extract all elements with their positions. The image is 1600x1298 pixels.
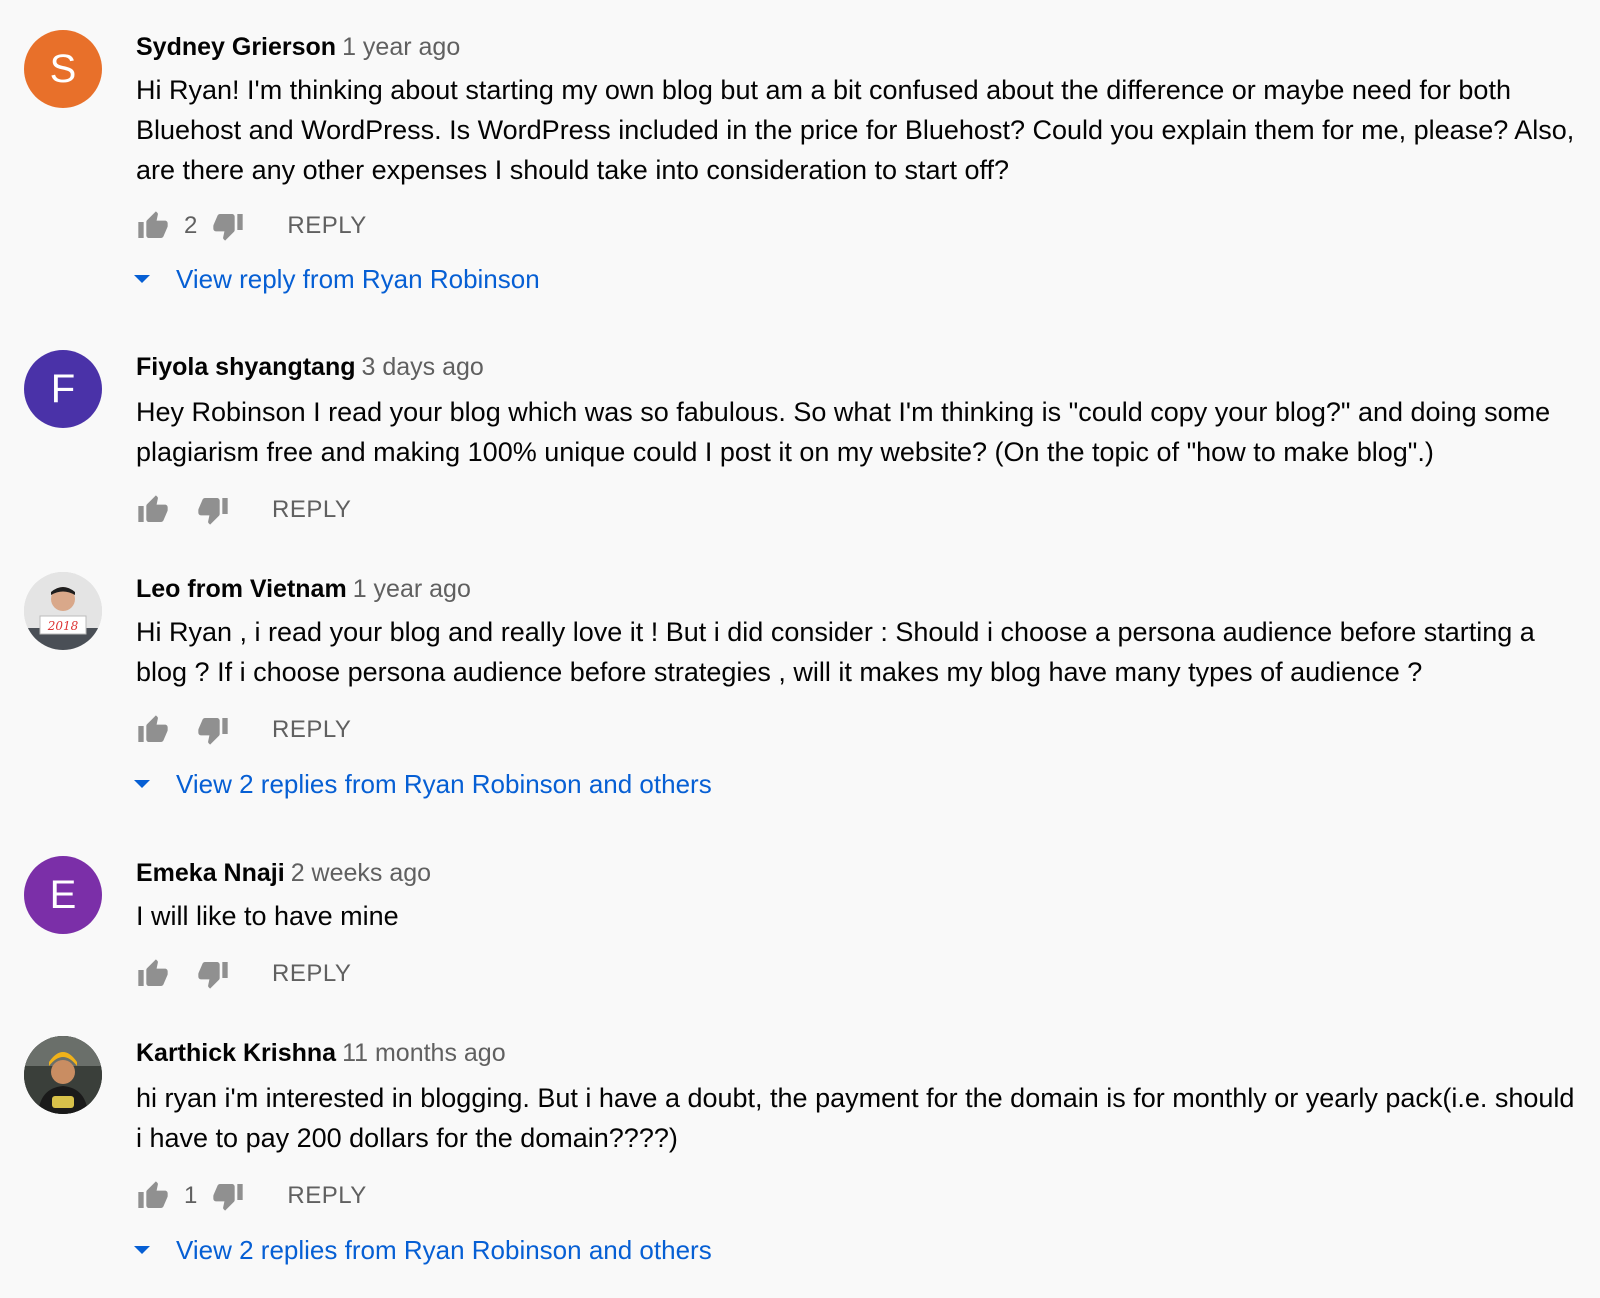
comment-text: hi ryan i'm interested in blogging. But … <box>136 1083 1575 1153</box>
caret-down-icon <box>132 774 152 794</box>
dislike-button[interactable] <box>196 493 230 527</box>
thumbs-down-icon <box>213 1184 244 1211</box>
view-replies-label: View reply from Ryan Robinson <box>176 263 540 294</box>
view-replies-label: View 2 replies from Ryan Robinson and ot… <box>176 1234 712 1265</box>
comment-author[interactable]: Fiyola shyangtang <box>136 353 355 381</box>
view-replies-label: View 2 replies from Ryan Robinson and ot… <box>176 768 712 799</box>
like-count: 1 <box>184 1182 198 1209</box>
comment-timestamp[interactable]: 1 year ago <box>353 575 471 603</box>
comment-author[interactable]: Emeka Nnaji <box>136 859 285 887</box>
comment-actions: 2 REPLY <box>136 206 367 246</box>
thumbs-down-icon <box>198 962 228 989</box>
dislike-button[interactable] <box>211 1179 245 1213</box>
reply-button[interactable]: REPLY <box>287 1182 366 1210</box>
comment-author[interactable]: Sydney Grierson <box>136 33 336 61</box>
comment-timestamp[interactable]: 3 days ago <box>361 353 483 381</box>
view-replies-button[interactable]: View 2 replies from Ryan Robinson and ot… <box>132 1230 712 1270</box>
thumbs-down-icon <box>198 498 228 525</box>
avatar[interactable]: E <box>24 856 102 934</box>
svg-text:2018: 2018 <box>47 619 79 633</box>
comment-timestamp[interactable]: 2 weeks ago <box>291 859 431 887</box>
like-button[interactable] <box>136 493 170 527</box>
like-count: 2 <box>184 212 198 239</box>
view-replies-button[interactable]: View reply from Ryan Robinson <box>132 259 540 299</box>
comment-timestamp[interactable]: 11 months ago <box>342 1039 506 1067</box>
thumbs-up-icon <box>138 715 168 742</box>
comment-header: Leo from Vietnam 1 year ago <box>136 572 471 606</box>
comment-text: Hey Robinson I read your blog which was … <box>136 397 1551 467</box>
dislike-button[interactable] <box>196 713 230 747</box>
avatar[interactable]: S <box>24 30 102 108</box>
comment-header: Emeka Nnaji 2 weeks ago <box>136 856 431 890</box>
reply-button[interactable]: REPLY <box>272 960 351 988</box>
view-replies-button[interactable]: View 2 replies from Ryan Robinson and ot… <box>132 764 712 804</box>
comment-text: I will like to have mine <box>136 901 399 931</box>
avatar-letter: S <box>49 46 77 91</box>
comment-header: Karthick Krishna 11 months ago <box>136 1036 506 1070</box>
comment-timestamp[interactable]: 1 year ago <box>342 33 460 61</box>
comment-actions: REPLY <box>136 954 351 994</box>
thumbs-up-icon <box>138 211 168 238</box>
thumbs-up-icon <box>138 495 168 522</box>
caret-down-icon <box>132 1240 152 1260</box>
like-button[interactable] <box>136 209 170 243</box>
user-photo-icon <box>24 1036 102 1114</box>
dislike-button[interactable] <box>211 209 245 243</box>
reply-button[interactable]: REPLY <box>272 716 351 744</box>
comment-author[interactable]: Leo from Vietnam <box>136 575 347 603</box>
like-button[interactable] <box>136 1179 170 1213</box>
comment-author[interactable]: Karthick Krishna <box>136 1039 336 1067</box>
avatar[interactable] <box>24 1036 102 1114</box>
reply-button[interactable]: REPLY <box>272 496 351 524</box>
thumbs-down-icon <box>198 718 228 745</box>
thumbs-up-icon <box>138 1181 168 1208</box>
avatar-letter: F <box>50 366 76 411</box>
reply-button[interactable]: REPLY <box>287 212 366 240</box>
thumbs-up-icon <box>138 959 168 986</box>
like-button[interactable] <box>136 713 170 747</box>
avatar-letter: E <box>49 872 77 917</box>
comment-actions: 1 REPLY <box>136 1176 367 1216</box>
comment-actions: REPLY <box>136 490 351 530</box>
avatar[interactable]: F <box>24 350 102 428</box>
comment-text: Hi Ryan! I'm thinking about starting my … <box>136 75 1575 185</box>
dislike-button[interactable] <box>196 957 230 991</box>
avatar[interactable]: 2018 <box>24 572 102 650</box>
comment-actions: REPLY <box>136 710 351 750</box>
user-photo-icon: 2018 <box>24 572 102 650</box>
thumbs-down-icon <box>213 214 244 241</box>
comment-header: Fiyola shyangtang 3 days ago <box>136 350 484 384</box>
caret-down-icon <box>132 269 152 289</box>
comment-header: Sydney Grierson 1 year ago <box>136 30 460 64</box>
like-button[interactable] <box>136 957 170 991</box>
comment-text: Hi Ryan , i read your blog and really lo… <box>136 617 1535 687</box>
